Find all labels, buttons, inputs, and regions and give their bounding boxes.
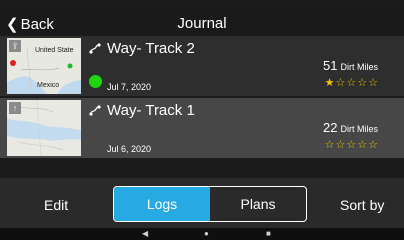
track-date: Jul 7, 2020 (107, 82, 152, 92)
star-icon[interactable]: ☆ (336, 78, 346, 89)
miles-unit: Dirt Miles (340, 62, 379, 72)
track-name: Way- Track 1 (107, 102, 195, 119)
track-name: Way- Track 2 (107, 40, 195, 57)
track-row[interactable]: ↑ Way- Track 1 Jul 6, 2020 22 Dirt Miles… (0, 98, 404, 158)
star-icon[interactable]: ☆ (368, 140, 378, 151)
map-label-country: Mexico (37, 82, 60, 89)
journal-screen: ❮ Back Journal United State Mexico ⇪ Way… (0, 0, 404, 240)
star-icon[interactable]: ☆ (357, 78, 367, 89)
star-icon[interactable]: ☆ (346, 140, 356, 151)
miles-value: 51 (323, 58, 338, 73)
nav-recents-icon[interactable]: ■ (266, 229, 271, 238)
star-icon[interactable]: ☆ (336, 140, 346, 151)
track-miles: 22 Dirt Miles (323, 120, 378, 135)
track-map-thumbnail: ↑ (7, 100, 81, 156)
map-label-country: United State (35, 47, 74, 54)
segment-plans[interactable]: Plans (210, 187, 306, 221)
segment-logs[interactable]: Logs (114, 187, 210, 221)
star-icon[interactable]: ☆ (346, 78, 356, 89)
rating-stars[interactable]: ★ ☆ ☆ ☆ ☆ (325, 78, 378, 89)
track-date: Jul 6, 2020 (107, 144, 152, 154)
bottom-toolbar: Edit Logs Plans Sort by (0, 178, 404, 228)
share-icon[interactable]: ↑ (9, 102, 21, 114)
segmented-control: Logs Plans (113, 186, 307, 222)
rating-stars[interactable]: ☆ ☆ ☆ ☆ ☆ (325, 140, 378, 151)
page-title: Journal (177, 15, 227, 32)
header-bar: ❮ Back Journal (0, 10, 404, 36)
status-indicator (89, 75, 102, 88)
star-icon[interactable]: ☆ (357, 140, 367, 151)
track-map-thumbnail: United State Mexico ⇪ (7, 38, 81, 94)
edit-button[interactable]: Edit (44, 197, 68, 213)
track-row[interactable]: United State Mexico ⇪ Way- Track 2 Jul 7… (0, 36, 404, 96)
star-icon[interactable]: ★ (325, 78, 335, 89)
star-icon[interactable]: ☆ (325, 140, 335, 151)
route-icon (89, 104, 101, 116)
share-icon[interactable]: ⇪ (9, 40, 21, 52)
nav-home-icon[interactable]: ● (204, 229, 209, 238)
route-icon (89, 42, 101, 54)
track-title: Way- Track 1 (88, 102, 195, 119)
track-title: Way- Track 2 (88, 40, 195, 57)
miles-value: 22 (323, 120, 338, 135)
sort-by-button[interactable]: Sort by (340, 197, 384, 213)
system-nav-bar: ◀ ● ■ (0, 228, 404, 240)
track-miles: 51 Dirt Miles (323, 58, 378, 73)
miles-unit: Dirt Miles (340, 124, 379, 134)
star-icon[interactable]: ☆ (368, 78, 378, 89)
nav-back-icon[interactable]: ◀ (142, 229, 148, 238)
